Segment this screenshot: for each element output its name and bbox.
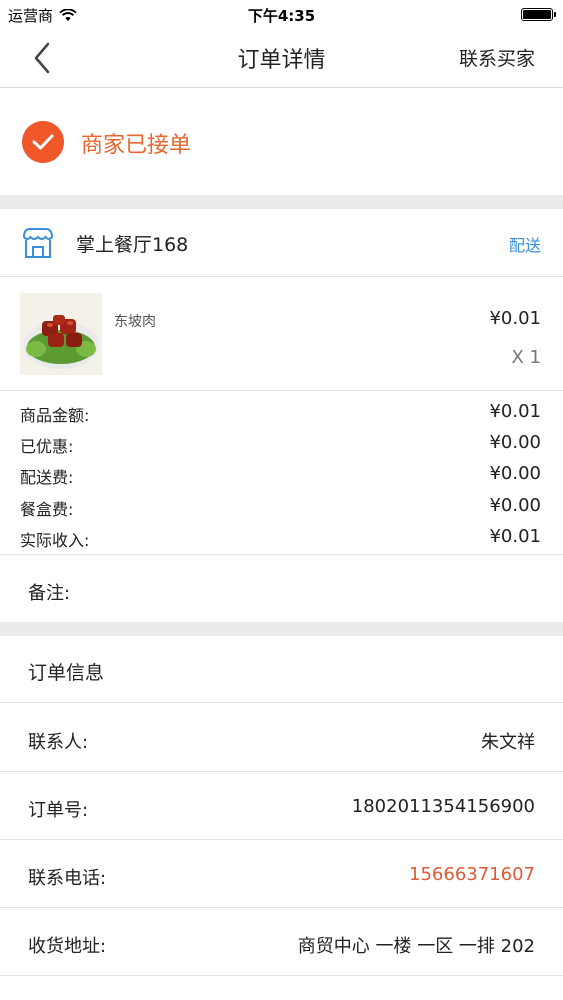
contact-person-row: 联系人: 朱文祥 (0, 704, 563, 772)
amount-value: ¥0.01 (489, 401, 541, 422)
battery-icon (521, 8, 556, 21)
order-status-text: 商家已接单 (81, 133, 192, 158)
clock: 下午4:35 (247, 7, 316, 25)
phone-number-link[interactable]: 15666371607 (409, 864, 535, 885)
status-bar: 运营商 下午4:35 (0, 0, 563, 28)
amount-label: 实际收入: (20, 530, 90, 550)
order-item: 东坡肉 ¥0.01 X 1 (0, 278, 563, 391)
amount-value: ¥0.01 (489, 525, 541, 547)
amount-row: 配送费: ¥0.00 (0, 459, 563, 490)
address-row: 收货地址: 商贸中心 一楼 一区 一排 202 (0, 908, 563, 976)
order-status-section: 商家已接单 (0, 88, 563, 195)
amount-label: 餐盒费: (20, 499, 74, 519)
amount-label: 配送费: (20, 468, 74, 488)
dish-quantity: X 1 (511, 347, 541, 368)
section-divider (0, 195, 563, 209)
info-label: 联系电话: (28, 868, 107, 889)
shop-icon (22, 228, 54, 258)
amount-row: 餐盒费: ¥0.00 (0, 491, 563, 522)
contact-buyer-button[interactable]: 联系买家 (459, 44, 535, 71)
remark-label: 备注: (28, 583, 71, 604)
order-number-row: 订单号: 1802011354156900 (0, 772, 563, 840)
section-divider (0, 622, 563, 636)
amount-row: 已优惠: ¥0.00 (0, 428, 563, 459)
amount-value: ¥0.00 (489, 432, 541, 454)
amount-value: ¥0.00 (489, 494, 541, 516)
info-label: 订单号: (28, 800, 89, 821)
check-circle-icon (22, 121, 64, 163)
remark-row: 备注: (0, 554, 563, 622)
order-info-header: 订单信息 (0, 636, 563, 703)
nav-bar: 订单详情 联系买家 (0, 28, 563, 88)
amount-label: 已优惠: (20, 437, 74, 457)
order-info-title: 订单信息 (28, 662, 105, 684)
dish-name: 东坡肉 (114, 314, 156, 330)
address-value: 商贸中心 一楼 一区 一排 202 (297, 936, 535, 957)
shop-row: 掌上餐厅168 配送 (0, 209, 563, 277)
amount-row: 商品金额: ¥0.01 (0, 397, 563, 428)
order-number-value: 1802011354156900 (351, 796, 535, 817)
phone-row: 联系电话: 15666371607 (0, 840, 563, 908)
info-label: 联系人: (28, 732, 89, 753)
amount-row: 实际收入: ¥0.01 (0, 522, 563, 553)
dish-photo (20, 293, 102, 375)
amount-label: 商品金额: (20, 406, 90, 425)
shop-name: 掌上餐厅168 (76, 234, 189, 256)
dish-price: ¥0.01 (489, 308, 541, 329)
contact-person-value: 朱文祥 (481, 732, 535, 753)
delivery-label: 配送 (508, 236, 541, 255)
info-label: 收货地址: (28, 936, 107, 957)
amount-summary: 商品金额: ¥0.01 已优惠: ¥0.00 配送费: ¥0.00 餐盒费: ¥… (0, 397, 563, 553)
amount-value: ¥0.00 (489, 463, 541, 485)
